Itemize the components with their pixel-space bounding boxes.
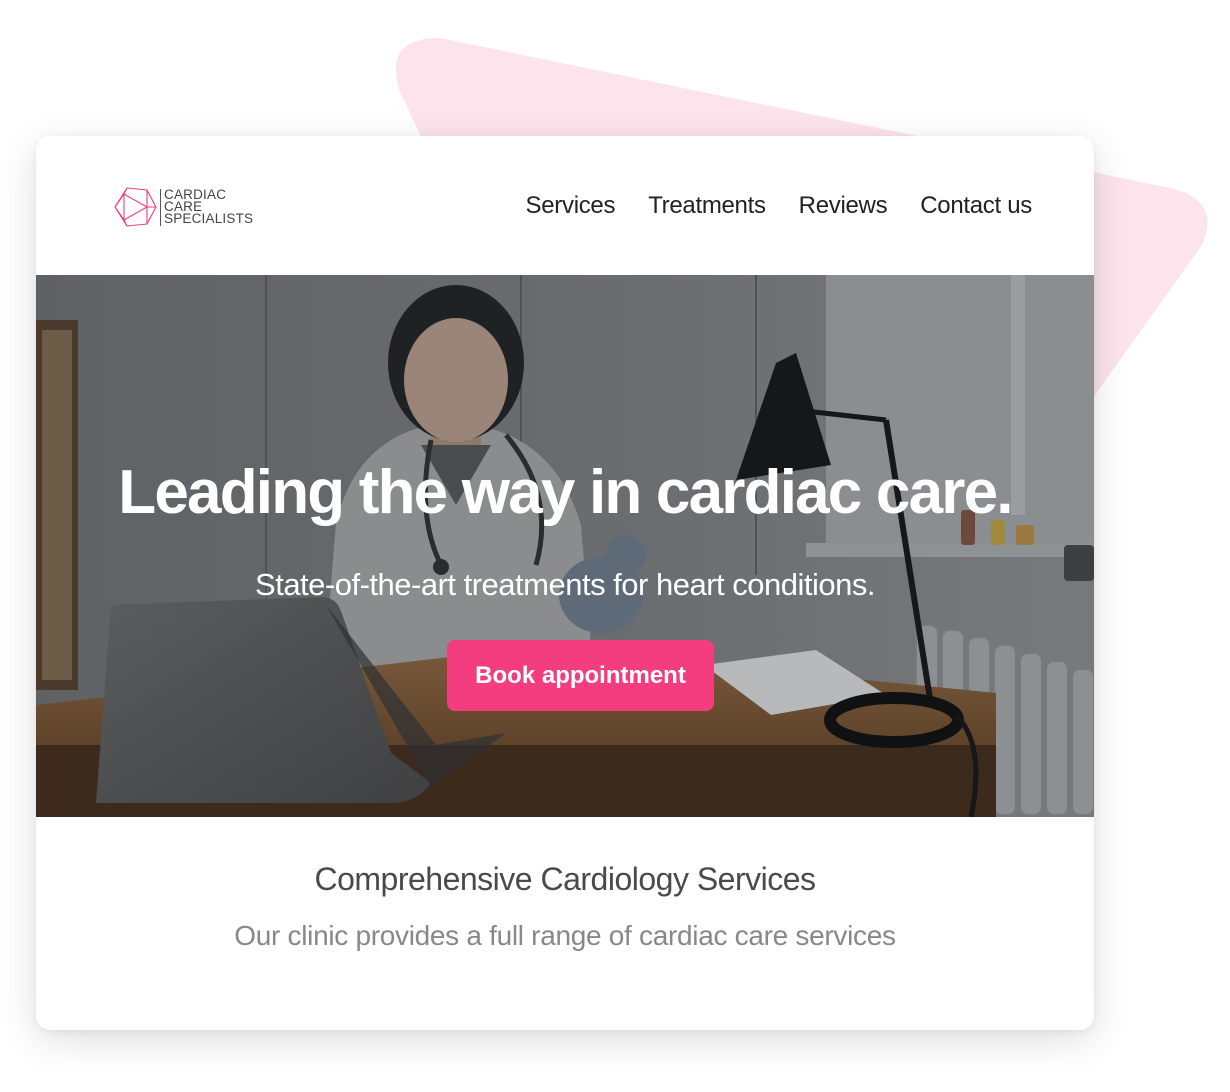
brand-logo[interactable]: CARDIAC CARE SPECIALISTS — [113, 185, 253, 229]
hero-content: Leading the way in cardiac care. State-o… — [36, 275, 1094, 817]
logo-divider — [160, 188, 161, 226]
site-header: CARDIAC CARE SPECIALISTS Services Treatm… — [36, 136, 1094, 275]
hero-title: Leading the way in cardiac care. — [118, 458, 1013, 527]
nav-link-contact-us[interactable]: Contact us — [920, 188, 1032, 224]
services-description: Our clinic provides a full range of card… — [234, 920, 896, 951]
hero-section: Leading the way in cardiac care. State-o… — [36, 275, 1094, 817]
hero-subtitle: State-of-the-art treatments for heart co… — [255, 567, 875, 602]
brand-wordmark: CARDIAC CARE SPECIALISTS — [164, 188, 254, 226]
website-card: CARDIAC CARE SPECIALISTS Services Treatm… — [36, 136, 1094, 1030]
brand-wordmark-line: SPECIALISTS — [164, 211, 254, 226]
services-section: Comprehensive Cardiology Services Our cl… — [36, 817, 1094, 1030]
services-title: Comprehensive Cardiology Services — [314, 861, 816, 897]
book-appointment-button[interactable]: Book appointment — [447, 640, 714, 711]
nav-link-services[interactable]: Services — [526, 188, 616, 224]
main-nav: Services Treatments Reviews Contact us — [526, 188, 1033, 224]
nav-link-reviews[interactable]: Reviews — [799, 188, 888, 224]
nav-link-treatments[interactable]: Treatments — [648, 188, 766, 224]
polyhedron-logo-icon — [114, 187, 157, 227]
